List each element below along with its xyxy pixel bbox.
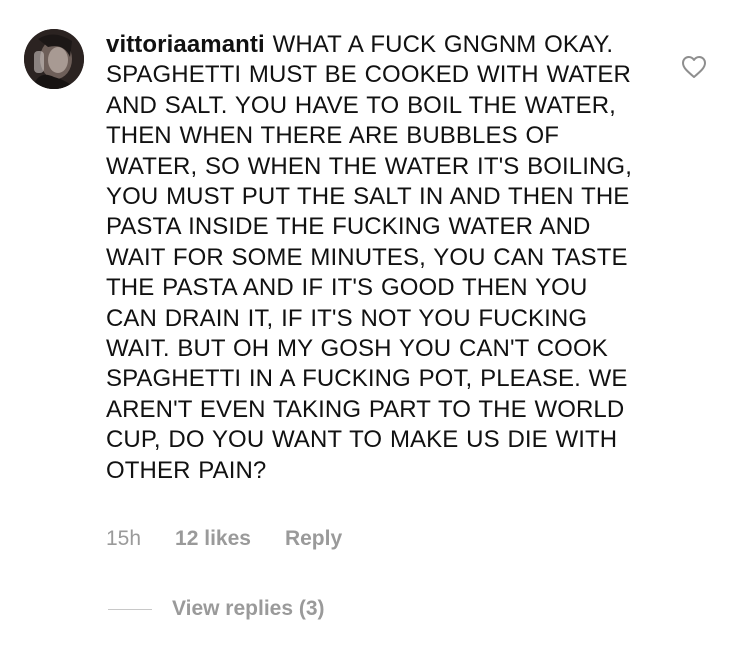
view-replies-button[interactable]: View replies (3) — [108, 597, 325, 621]
replies-divider-line — [108, 608, 152, 610]
comment-text-block: vittoriaamanti WHAT A FUCK GNGNM OKAY. S… — [106, 30, 646, 486]
comment: vittoriaamanti WHAT A FUCK GNGNM OKAY. S… — [0, 0, 749, 653]
view-replies-label: View replies (3) — [172, 597, 325, 620]
comment-timestamp: 15h — [106, 527, 142, 550]
reply-button[interactable]: Reply — [285, 527, 342, 551]
heart-outline-icon[interactable] — [681, 55, 707, 79]
likes-count-link[interactable]: 12 likes — [175, 527, 251, 551]
comment-text: WHAT A FUCK GNGNM OKAY. SPAGHETTI MUST B… — [106, 31, 632, 484]
comment-meta: 15h 12 likes Reply — [106, 527, 342, 551]
avatar[interactable] — [24, 29, 84, 89]
username-link[interactable]: vittoriaamanti — [106, 31, 265, 58]
avatar-photo-icon — [24, 29, 84, 89]
